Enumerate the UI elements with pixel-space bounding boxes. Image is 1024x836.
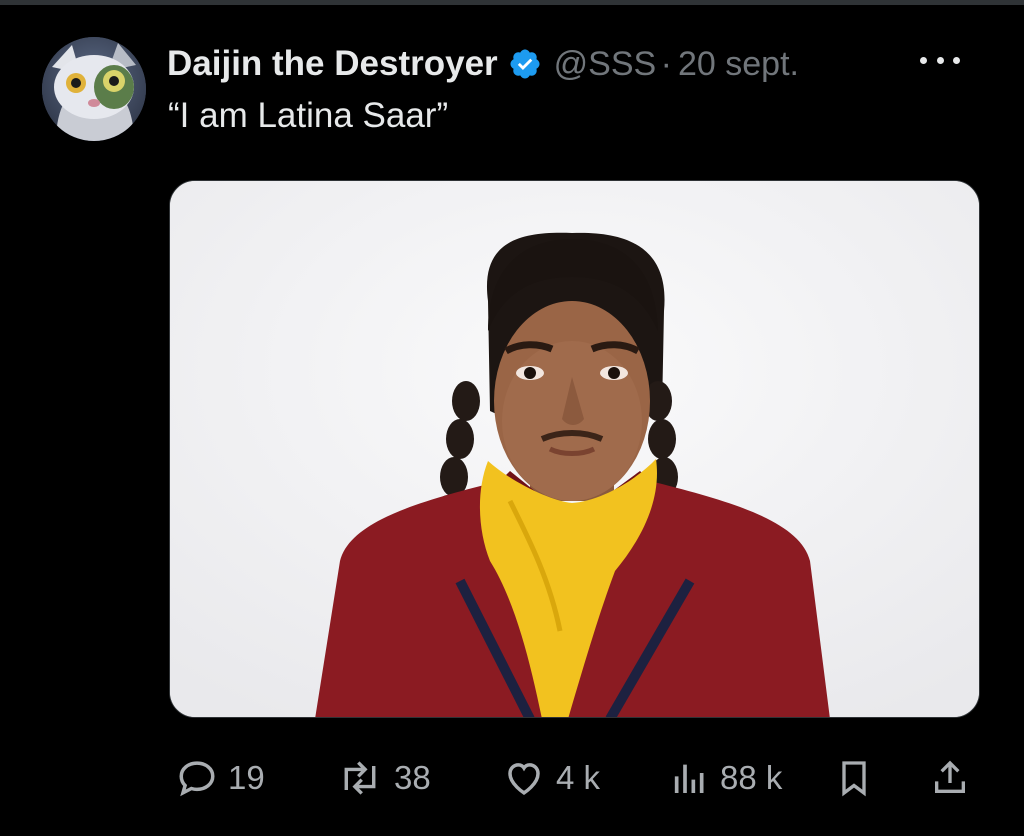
reply-icon — [179, 761, 215, 797]
author-name[interactable]: Daijin the Destroyer — [167, 44, 498, 84]
repost-button[interactable]: 38 — [336, 752, 431, 804]
reply-count: 19 — [228, 759, 265, 796]
more-icon[interactable] — [918, 48, 962, 72]
verified-badge-icon — [510, 49, 540, 79]
views-icon — [674, 764, 704, 793]
like-icon — [508, 763, 540, 795]
tweet-media-image[interactable] — [169, 180, 980, 718]
top-divider — [0, 0, 1024, 5]
cat-avatar-icon — [42, 37, 146, 141]
share-button[interactable] — [930, 752, 970, 804]
repost-icon — [344, 761, 376, 795]
like-button[interactable]: 4 k — [502, 752, 600, 804]
like-count: 4 k — [556, 759, 601, 796]
tweet-header: Daijin the Destroyer @SSS · 20 sept. — [167, 40, 799, 88]
tweet-date[interactable]: 20 sept. — [678, 45, 799, 84]
person-photo — [170, 181, 979, 717]
bookmark-icon — [842, 761, 866, 797]
repost-count: 38 — [394, 759, 431, 796]
author-avatar[interactable] — [42, 37, 146, 141]
share-icon — [935, 760, 965, 793]
views-button[interactable]: 88 k — [670, 752, 782, 804]
reply-button[interactable]: 19 — [176, 752, 265, 804]
tweet-action-bar: 19 38 4 k 88 k — [0, 752, 1024, 804]
separator-dot: · — [660, 44, 672, 83]
view-count: 88 k — [720, 759, 783, 796]
author-handle[interactable]: @SSS — [554, 45, 655, 84]
bookmark-button[interactable] — [834, 752, 874, 804]
tweet-text: “I am Latina Saar” — [168, 96, 449, 135]
